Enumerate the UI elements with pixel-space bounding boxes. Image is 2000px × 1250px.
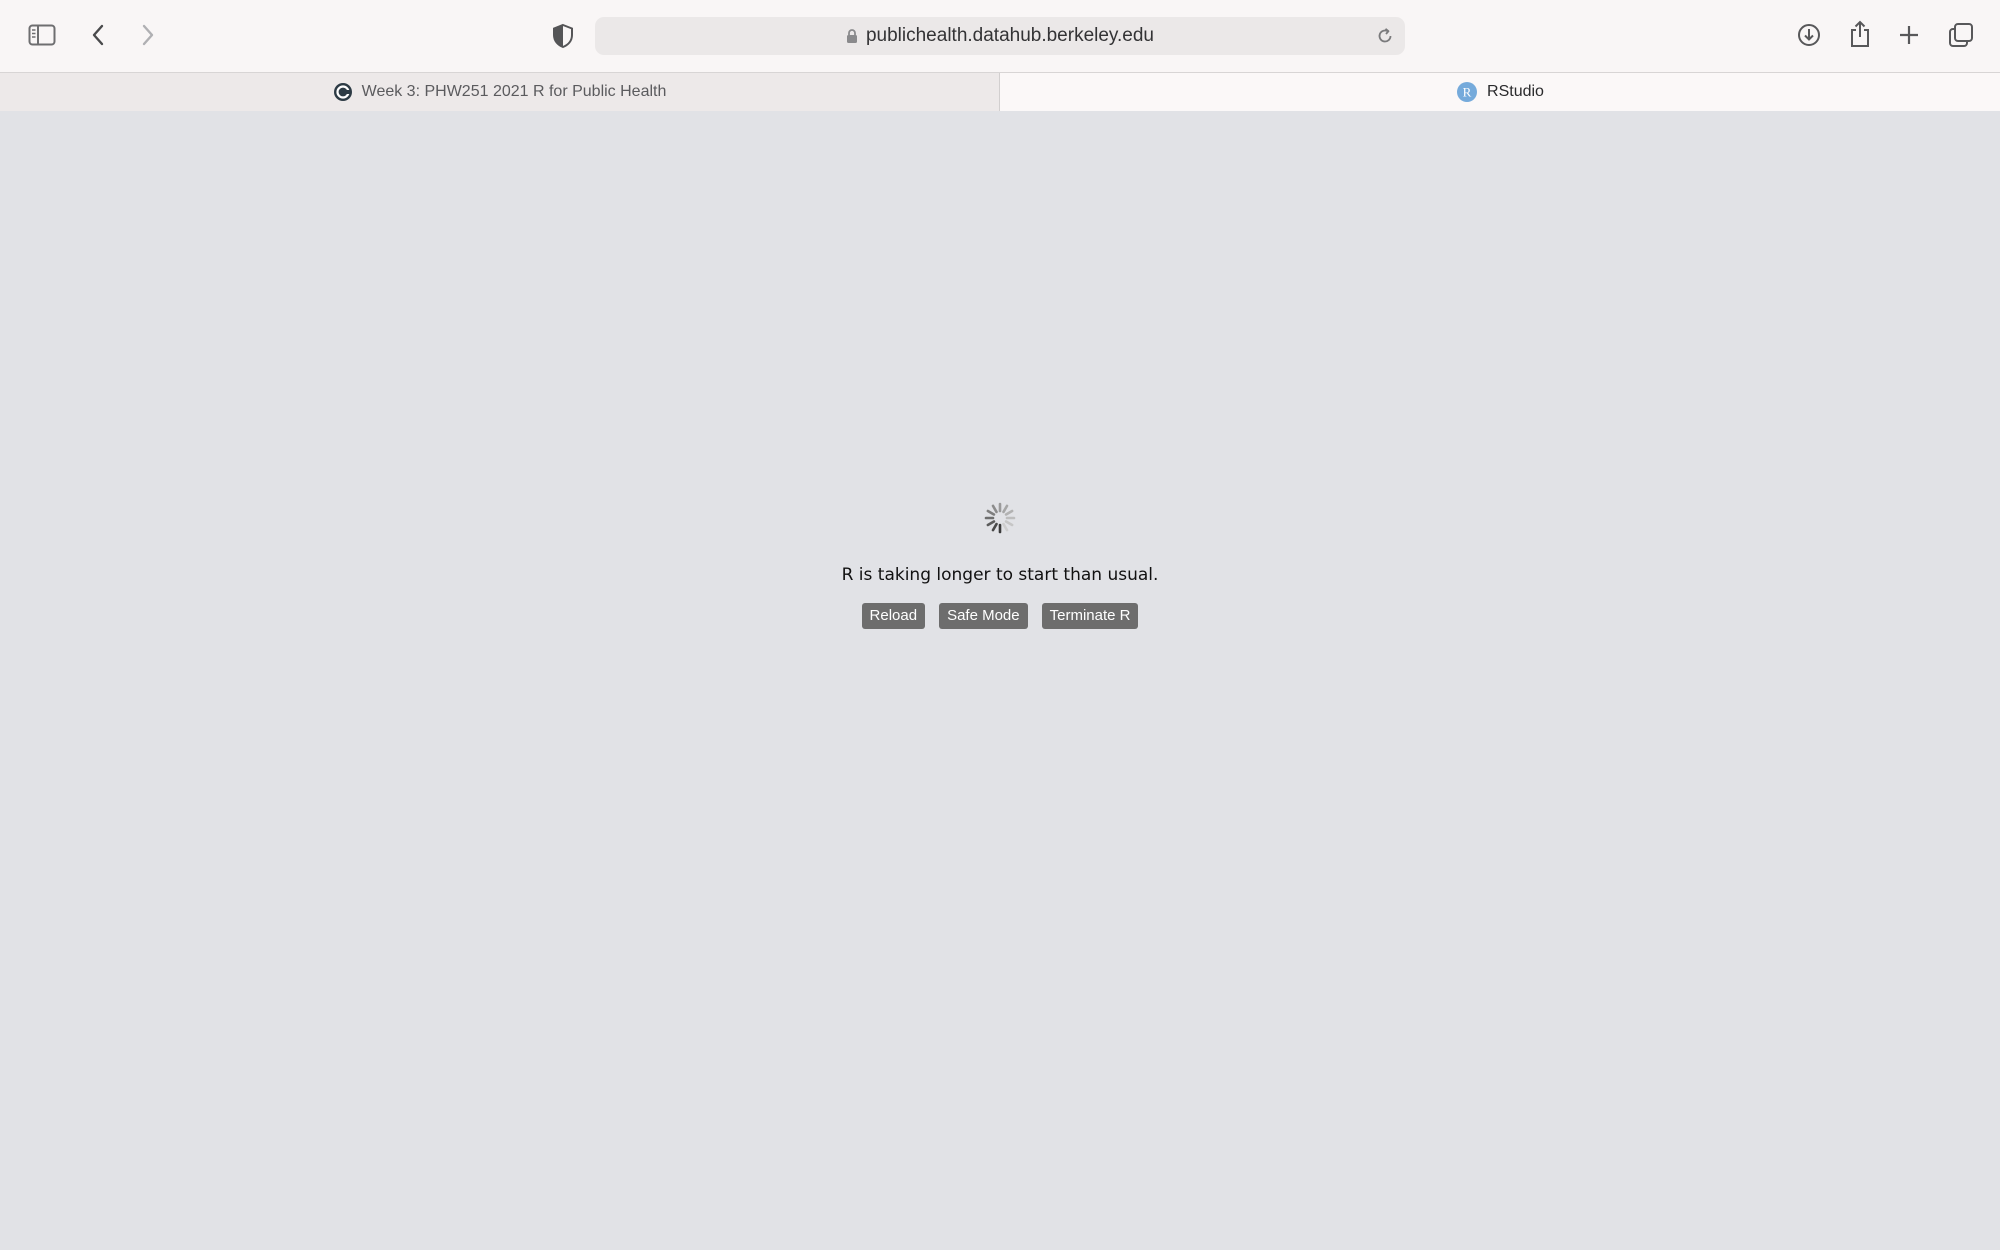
forward-icon[interactable] <box>138 22 158 48</box>
tab-overview-icon[interactable] <box>1947 21 1975 49</box>
share-icon[interactable] <box>1847 19 1873 49</box>
svg-text:R: R <box>1463 85 1472 100</box>
reload-button[interactable]: Reload <box>861 603 926 629</box>
tab-label: RStudio <box>1487 83 1544 100</box>
sidebar-icon[interactable] <box>28 22 56 48</box>
tab-canvas-week3[interactable]: Week 3: PHW251 2021 R for Public Health <box>0 73 1000 111</box>
tab-label: Week 3: PHW251 2021 R for Public Health <box>361 83 667 100</box>
back-icon[interactable] <box>88 22 108 48</box>
browser-toolbar: publichealth.datahub.berkeley.edu <box>0 0 2000 72</box>
terminate-r-button[interactable]: Terminate R <box>1041 603 1139 629</box>
address-bar[interactable]: publichealth.datahub.berkeley.edu <box>595 17 1405 55</box>
tab-rstudio[interactable]: R RStudio <box>1000 73 2000 111</box>
safe-mode-button[interactable]: Safe Mode <box>939 603 1028 629</box>
rstudio-loading-page: R is taking longer to start than usual. … <box>0 111 2000 1250</box>
status-message: R is taking longer to start than usual. <box>841 565 1159 585</box>
canvas-icon <box>333 82 353 102</box>
action-buttons: Reload Safe Mode Terminate R <box>0 603 2000 629</box>
reload-page-icon[interactable] <box>1375 26 1395 46</box>
lock-icon <box>846 28 858 44</box>
address-url: publichealth.datahub.berkeley.edu <box>865 25 1155 46</box>
new-tab-icon[interactable] <box>1897 22 1921 48</box>
privacy-shield-icon[interactable] <box>550 22 576 50</box>
tab-bar: Week 3: PHW251 2021 R for Public Health … <box>0 72 2000 111</box>
loading-spinner-icon <box>983 501 1017 535</box>
download-icon[interactable] <box>1796 21 1822 49</box>
rstudio-icon: R <box>1456 81 1478 103</box>
